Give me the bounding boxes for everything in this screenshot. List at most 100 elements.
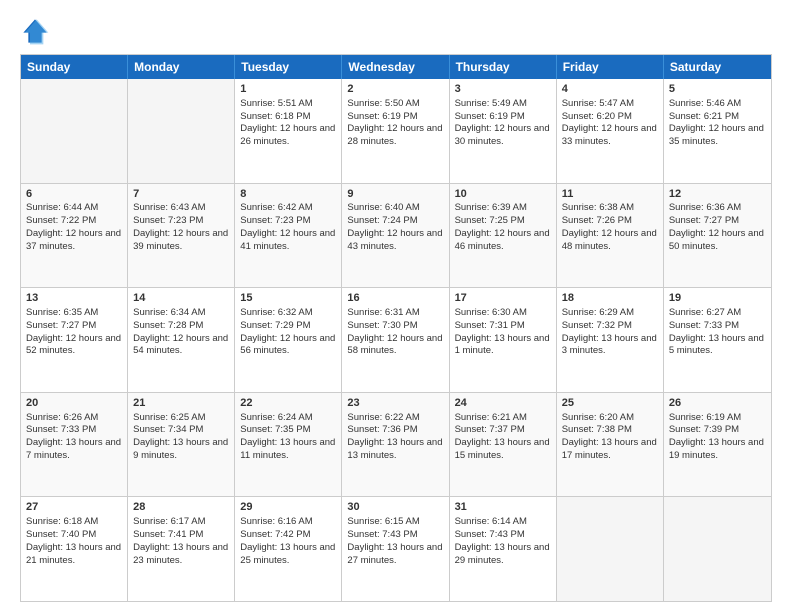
day-info-line: Sunrise: 5:51 AM [240, 98, 336, 111]
day-info-line: Sunset: 7:29 PM [240, 320, 336, 333]
day-number: 2 [347, 82, 443, 97]
day-info-line: Sunrise: 6:44 AM [26, 202, 122, 215]
empty-cell [557, 497, 664, 601]
day-info-line: Sunrise: 5:50 AM [347, 98, 443, 111]
day-info-line: Sunset: 7:37 PM [455, 424, 551, 437]
day-cell-9: 9Sunrise: 6:40 AMSunset: 7:24 PMDaylight… [342, 184, 449, 288]
day-cell-11: 11Sunrise: 6:38 AMSunset: 7:26 PMDayligh… [557, 184, 664, 288]
day-cell-1: 1Sunrise: 5:51 AMSunset: 6:18 PMDaylight… [235, 79, 342, 183]
calendar-row-2: 13Sunrise: 6:35 AMSunset: 7:27 PMDayligh… [21, 287, 771, 392]
day-cell-4: 4Sunrise: 5:47 AMSunset: 6:20 PMDaylight… [557, 79, 664, 183]
day-info-line: Sunset: 7:23 PM [240, 215, 336, 228]
day-info-line: Daylight: 12 hours and 28 minutes. [347, 123, 443, 149]
day-cell-25: 25Sunrise: 6:20 AMSunset: 7:38 PMDayligh… [557, 393, 664, 497]
day-info-line: Daylight: 12 hours and 33 minutes. [562, 123, 658, 149]
day-number: 19 [669, 291, 766, 306]
day-number: 12 [669, 187, 766, 202]
day-info-line: Sunrise: 5:46 AM [669, 98, 766, 111]
day-info-line: Sunset: 7:26 PM [562, 215, 658, 228]
day-info-line: Daylight: 12 hours and 37 minutes. [26, 228, 122, 254]
day-info-line: Sunrise: 6:16 AM [240, 516, 336, 529]
day-info-line: Sunrise: 6:17 AM [133, 516, 229, 529]
day-info-line: Sunset: 7:43 PM [347, 529, 443, 542]
day-info-line: Daylight: 12 hours and 52 minutes. [26, 333, 122, 359]
day-info-line: Sunset: 7:32 PM [562, 320, 658, 333]
day-number: 5 [669, 82, 766, 97]
day-info-line: Sunrise: 6:20 AM [562, 412, 658, 425]
day-cell-6: 6Sunrise: 6:44 AMSunset: 7:22 PMDaylight… [21, 184, 128, 288]
day-info-line: Daylight: 13 hours and 3 minutes. [562, 333, 658, 359]
day-number: 18 [562, 291, 658, 306]
day-info-line: Daylight: 13 hours and 9 minutes. [133, 437, 229, 463]
day-number: 23 [347, 396, 443, 411]
day-info-line: Sunrise: 6:31 AM [347, 307, 443, 320]
weekday-header-wednesday: Wednesday [342, 55, 449, 79]
day-info-line: Sunset: 6:19 PM [455, 111, 551, 124]
day-number: 31 [455, 500, 551, 515]
day-info-line: Sunrise: 6:40 AM [347, 202, 443, 215]
day-info-line: Sunset: 7:23 PM [133, 215, 229, 228]
day-number: 20 [26, 396, 122, 411]
day-number: 29 [240, 500, 336, 515]
empty-cell [21, 79, 128, 183]
day-info-line: Sunrise: 6:21 AM [455, 412, 551, 425]
day-info-line: Sunset: 7:35 PM [240, 424, 336, 437]
day-number: 24 [455, 396, 551, 411]
day-number: 22 [240, 396, 336, 411]
day-info-line: Sunset: 7:36 PM [347, 424, 443, 437]
calendar-row-3: 20Sunrise: 6:26 AMSunset: 7:33 PMDayligh… [21, 392, 771, 497]
day-info-line: Sunrise: 6:38 AM [562, 202, 658, 215]
weekday-header-saturday: Saturday [664, 55, 771, 79]
day-info-line: Daylight: 13 hours and 17 minutes. [562, 437, 658, 463]
day-number: 3 [455, 82, 551, 97]
day-info-line: Sunset: 7:25 PM [455, 215, 551, 228]
day-cell-31: 31Sunrise: 6:14 AMSunset: 7:43 PMDayligh… [450, 497, 557, 601]
day-info-line: Sunrise: 6:42 AM [240, 202, 336, 215]
day-info-line: Sunrise: 6:15 AM [347, 516, 443, 529]
header [20, 16, 772, 46]
day-cell-10: 10Sunrise: 6:39 AMSunset: 7:25 PMDayligh… [450, 184, 557, 288]
calendar-row-0: 1Sunrise: 5:51 AMSunset: 6:18 PMDaylight… [21, 79, 771, 183]
day-info-line: Daylight: 13 hours and 11 minutes. [240, 437, 336, 463]
day-info-line: Daylight: 12 hours and 46 minutes. [455, 228, 551, 254]
day-cell-26: 26Sunrise: 6:19 AMSunset: 7:39 PMDayligh… [664, 393, 771, 497]
day-info-line: Sunrise: 6:35 AM [26, 307, 122, 320]
day-info-line: Sunset: 7:40 PM [26, 529, 122, 542]
day-number: 6 [26, 187, 122, 202]
day-info-line: Sunrise: 6:18 AM [26, 516, 122, 529]
day-info-line: Daylight: 13 hours and 25 minutes. [240, 542, 336, 568]
day-info-line: Daylight: 12 hours and 39 minutes. [133, 228, 229, 254]
day-info-line: Sunset: 7:38 PM [562, 424, 658, 437]
day-info-line: Sunrise: 6:30 AM [455, 307, 551, 320]
day-info-line: Daylight: 13 hours and 21 minutes. [26, 542, 122, 568]
day-info-line: Sunset: 6:21 PM [669, 111, 766, 124]
day-info-line: Sunrise: 6:29 AM [562, 307, 658, 320]
day-cell-13: 13Sunrise: 6:35 AMSunset: 7:27 PMDayligh… [21, 288, 128, 392]
weekday-header-monday: Monday [128, 55, 235, 79]
day-info-line: Daylight: 13 hours and 19 minutes. [669, 437, 766, 463]
day-cell-15: 15Sunrise: 6:32 AMSunset: 7:29 PMDayligh… [235, 288, 342, 392]
day-info-line: Sunset: 7:39 PM [669, 424, 766, 437]
weekday-header-friday: Friday [557, 55, 664, 79]
day-info-line: Sunrise: 6:27 AM [669, 307, 766, 320]
day-cell-8: 8Sunrise: 6:42 AMSunset: 7:23 PMDaylight… [235, 184, 342, 288]
day-info-line: Daylight: 12 hours and 58 minutes. [347, 333, 443, 359]
day-info-line: Sunset: 7:41 PM [133, 529, 229, 542]
day-number: 30 [347, 500, 443, 515]
day-number: 1 [240, 82, 336, 97]
day-info-line: Sunrise: 6:26 AM [26, 412, 122, 425]
day-number: 9 [347, 187, 443, 202]
day-cell-2: 2Sunrise: 5:50 AMSunset: 6:19 PMDaylight… [342, 79, 449, 183]
day-info-line: Daylight: 12 hours and 30 minutes. [455, 123, 551, 149]
day-info-line: Sunrise: 6:43 AM [133, 202, 229, 215]
day-cell-16: 16Sunrise: 6:31 AMSunset: 7:30 PMDayligh… [342, 288, 449, 392]
day-info-line: Sunrise: 6:36 AM [669, 202, 766, 215]
day-info-line: Sunset: 7:27 PM [669, 215, 766, 228]
day-cell-12: 12Sunrise: 6:36 AMSunset: 7:27 PMDayligh… [664, 184, 771, 288]
day-number: 25 [562, 396, 658, 411]
day-info-line: Daylight: 13 hours and 27 minutes. [347, 542, 443, 568]
day-info-line: Sunrise: 5:49 AM [455, 98, 551, 111]
day-info-line: Sunset: 6:19 PM [347, 111, 443, 124]
calendar-row-1: 6Sunrise: 6:44 AMSunset: 7:22 PMDaylight… [21, 183, 771, 288]
day-cell-14: 14Sunrise: 6:34 AMSunset: 7:28 PMDayligh… [128, 288, 235, 392]
